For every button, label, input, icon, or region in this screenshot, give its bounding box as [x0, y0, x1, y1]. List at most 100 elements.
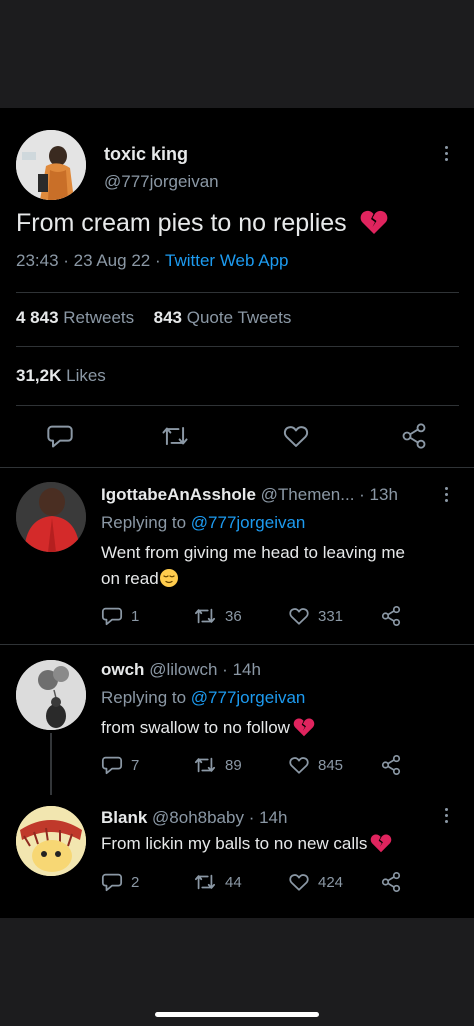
- retweet-count: 36: [225, 607, 242, 625]
- divider: [16, 346, 459, 347]
- reply-text-content: from swallow to no follow: [101, 718, 290, 737]
- reply-text: Went from giving me head to leaving me o…: [101, 540, 405, 592]
- tweet-timestamp: 23:43 · 23 Aug 22 ·: [16, 251, 166, 270]
- author-avatar-image: [16, 130, 86, 200]
- share-button[interactable]: [380, 871, 402, 893]
- like-button[interactable]: 845: [288, 754, 343, 776]
- reply-handle-time: @lilowch · 14h: [149, 660, 261, 679]
- reply-button[interactable]: 7: [101, 754, 139, 776]
- reply-author-name[interactable]: owch: [101, 660, 144, 679]
- reply-text-content: From lickin my balls to no new calls: [101, 834, 368, 853]
- home-indicator[interactable]: [155, 1012, 319, 1017]
- reply-author-name[interactable]: Blank: [101, 808, 147, 827]
- retweet-button[interactable]: [160, 422, 190, 450]
- retweets-label: Retweets: [63, 308, 135, 327]
- share-button[interactable]: [400, 422, 428, 450]
- reply-icon: [47, 425, 73, 448]
- author-handle[interactable]: @777jorgeivan: [104, 172, 219, 192]
- share-icon: [402, 423, 426, 449]
- retweet-button[interactable]: 44: [193, 871, 242, 893]
- likes-count: 31,2K: [16, 366, 62, 385]
- retweets-count: 4 843: [16, 308, 59, 327]
- retweet-button[interactable]: 89: [193, 754, 242, 776]
- like-button[interactable]: 331: [288, 605, 343, 627]
- reply-button[interactable]: 2: [101, 871, 139, 893]
- reply-icon: [101, 756, 123, 775]
- replying-to: Replying to @777jorgeivan: [101, 688, 305, 708]
- divider: [16, 405, 459, 406]
- share-button[interactable]: [380, 605, 402, 627]
- divider: [0, 644, 474, 645]
- reply-text-content: on read: [101, 569, 159, 588]
- reply-icon: [101, 873, 123, 892]
- like-count: 845: [318, 756, 344, 774]
- reply-avatar[interactable]: [16, 660, 86, 730]
- reply-header: IgottabeAnAsshole @Themen... · 13h: [101, 485, 398, 505]
- quote-tweets-stat[interactable]: 843 Quote Tweets: [154, 308, 292, 327]
- author-avatar[interactable]: [16, 130, 86, 200]
- replying-to-link[interactable]: @777jorgeivan: [191, 688, 306, 707]
- like-button[interactable]: [282, 422, 310, 450]
- broken-heart-icon: [293, 718, 315, 737]
- reply-text: from swallow to no follow: [101, 715, 315, 741]
- like-count: 331: [318, 607, 344, 625]
- like-icon: [289, 874, 309, 891]
- retweet-icon: [194, 757, 216, 773]
- share-icon: [381, 606, 401, 626]
- reply-button[interactable]: [46, 422, 74, 450]
- tweet-text: From cream pies to no replies: [16, 209, 388, 238]
- replying-prefix: Replying to: [101, 513, 191, 532]
- reply-avatar[interactable]: [16, 806, 86, 876]
- tweet-more-icon[interactable]: [445, 146, 449, 164]
- reply-avatar[interactable]: [16, 482, 86, 552]
- divider: [16, 292, 459, 293]
- retweet-button[interactable]: 36: [193, 605, 242, 627]
- reply-handle-time: @Themen... · 13h: [260, 485, 398, 504]
- tweet-meta: 23:43 · 23 Aug 22 · Twitter Web App: [16, 251, 289, 271]
- retweets-stat[interactable]: 4 843 Retweets: [16, 308, 134, 327]
- reply-avatar-image: [16, 482, 86, 552]
- quote-tweets-count: 843: [153, 308, 182, 327]
- share-icon: [381, 755, 401, 775]
- quote-tweets-label: Quote Tweets: [186, 308, 292, 327]
- reply-more-icon[interactable]: [445, 487, 449, 505]
- like-button[interactable]: 424: [288, 871, 343, 893]
- retweet-icon: [162, 426, 188, 446]
- screenshot-top-frame: [0, 0, 474, 108]
- reply-more-icon[interactable]: [445, 808, 449, 826]
- like-icon: [289, 757, 309, 774]
- reply-text-line: Went from giving me head to leaving me: [101, 543, 405, 562]
- reply-avatar-image: [16, 660, 86, 730]
- author-name[interactable]: toxic king: [104, 144, 188, 165]
- replying-to-link[interactable]: @777jorgeivan: [191, 513, 306, 532]
- reply-header: owch @lilowch · 14h: [101, 660, 261, 680]
- share-button[interactable]: [380, 754, 402, 776]
- retweet-icon: [194, 608, 216, 624]
- replying-to: Replying to @777jorgeivan: [101, 513, 305, 533]
- broken-heart-icon: [371, 834, 392, 853]
- reply-count: 1: [131, 607, 140, 625]
- reply-button[interactable]: 1: [101, 605, 139, 627]
- retweet-count: 44: [225, 873, 242, 891]
- retweet-icon: [194, 874, 216, 890]
- like-icon: [283, 426, 309, 447]
- likes-label: Likes: [66, 366, 106, 385]
- relieved-face-icon: [159, 569, 178, 588]
- replying-prefix: Replying to: [101, 688, 191, 707]
- reply-icon: [101, 607, 123, 626]
- tweet-stats-row: 4 843 Retweets 843 Quote Tweets: [16, 308, 291, 328]
- like-icon: [289, 608, 309, 625]
- reply-text-line: on read: [101, 566, 405, 592]
- reply-author-name[interactable]: IgottabeAnAsshole: [101, 485, 256, 504]
- reply-avatar-image: [16, 806, 86, 876]
- retweet-count: 89: [225, 756, 242, 774]
- thread-line: [50, 733, 52, 795]
- reply-count: 2: [131, 873, 140, 891]
- divider: [0, 467, 474, 468]
- share-icon: [381, 872, 401, 892]
- like-count: 424: [318, 873, 344, 891]
- screenshot-bottom-frame: [0, 918, 474, 1026]
- tweet-source-link[interactable]: Twitter Web App: [165, 251, 288, 270]
- reply-handle-time: @8oh8baby · 14h: [152, 808, 288, 827]
- likes-stat[interactable]: 31,2K Likes: [16, 366, 106, 386]
